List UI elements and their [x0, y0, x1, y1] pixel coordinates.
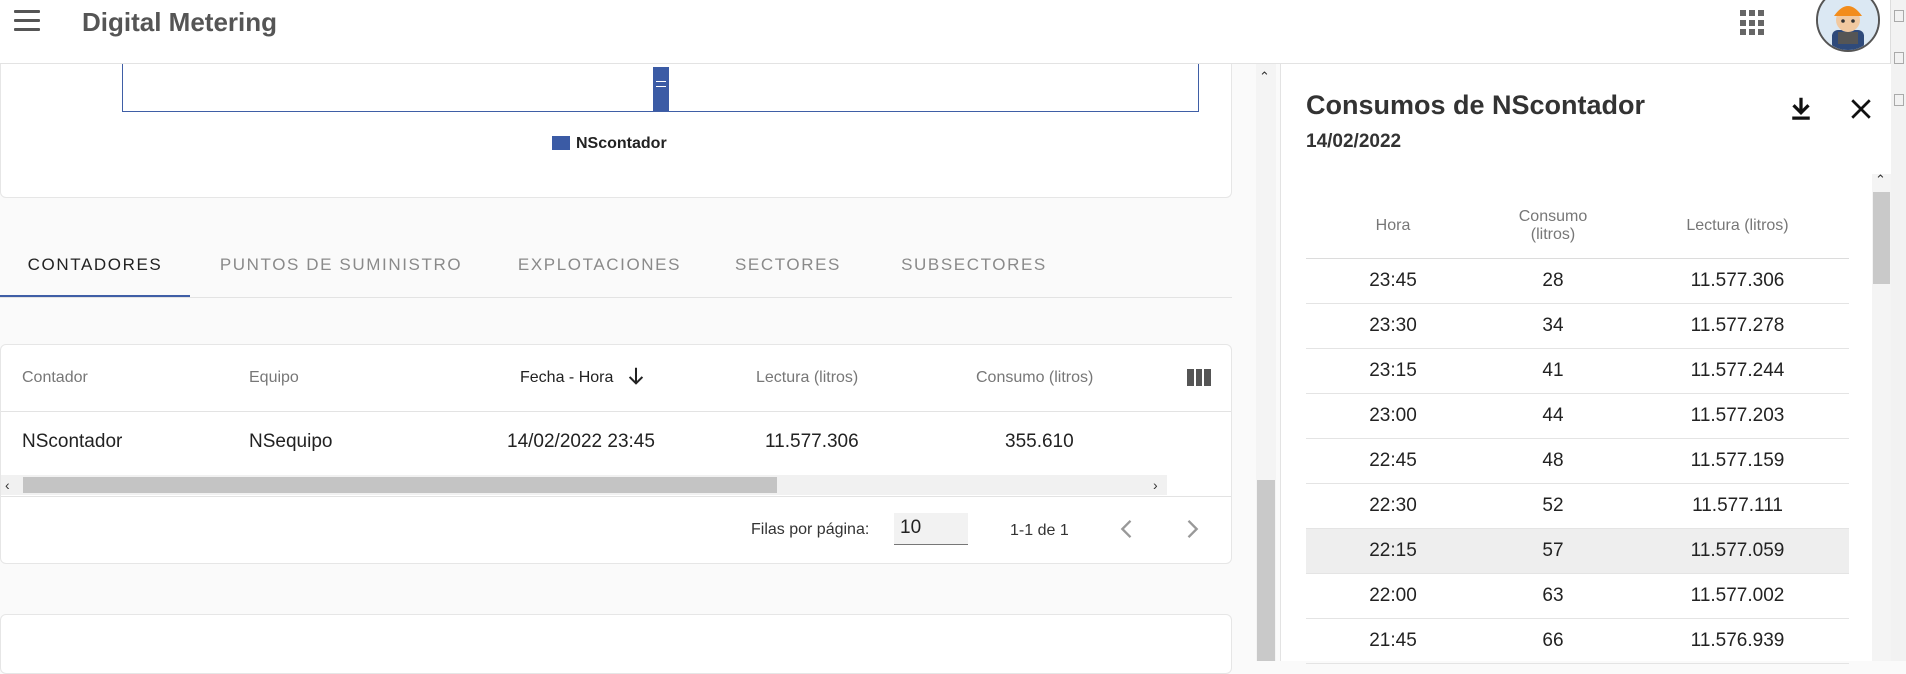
column-header-contador[interactable]: Contador	[22, 369, 88, 387]
cell-hora: 22:45	[1369, 450, 1417, 471]
rows-per-page-label: Filas por página:	[751, 521, 870, 538]
cell-consumo: 34	[1542, 315, 1564, 336]
cell-consumo: 355.610	[1005, 431, 1074, 452]
cell-lectura: 11.577.306	[765, 431, 859, 452]
cell-lectura: 11.577.244	[1690, 360, 1785, 381]
app-title: Digital Metering	[82, 7, 278, 37]
legend-swatch	[552, 136, 570, 150]
column-header-fecha-hora[interactable]: Fecha - Hora	[520, 369, 613, 387]
sort-descending-icon[interactable]	[625, 365, 647, 387]
menu-icon[interactable]	[14, 10, 40, 32]
rows-per-page-select[interactable]: 10	[894, 513, 968, 545]
panel-vertical-scrollbar[interactable]: ⌃	[1872, 172, 1891, 661]
cell-lectura: 11.577.159	[1690, 450, 1785, 471]
main-scroll-thumb[interactable]	[1257, 480, 1275, 661]
table-row[interactable]: 23:00 44 11.577.203	[1306, 394, 1849, 439]
apps-grid-icon[interactable]	[1740, 10, 1766, 36]
download-icon[interactable]	[1786, 94, 1816, 124]
scroll-left-icon[interactable]: ‹	[5, 477, 10, 493]
cell-fecha-hora: 14/02/2022 23:45	[507, 431, 655, 452]
main-vertical-scrollbar[interactable]: ⌃	[1256, 64, 1276, 661]
consumos-table: Hora Consumo (litros) Lectura (litros) 2…	[1306, 194, 1849, 664]
table-row[interactable]: 23:30 34 11.577.278	[1306, 304, 1849, 349]
scroll-up-icon[interactable]: ⌃	[1875, 172, 1886, 188]
table-row-highlighted[interactable]: 22:15 57 11.577.059	[1306, 529, 1849, 574]
cell-lectura: 11.577.002	[1690, 585, 1785, 606]
tab-sectores[interactable]: SECTORES	[734, 245, 842, 297]
table-row[interactable]: 23:45 28 11.577.306	[1306, 259, 1849, 304]
cell-lectura: 11.577.306	[1690, 270, 1785, 291]
panel-scroll-thumb[interactable]	[1873, 192, 1890, 284]
avatar[interactable]	[1816, 0, 1880, 52]
panel-title: Consumos de NScontador	[1306, 90, 1646, 120]
app-toolbar: Digital Metering	[0, 0, 1906, 64]
chart-legend[interactable]: NScontador	[552, 135, 667, 153]
tab-puntos-de-suministro[interactable]: PUNTOS DE SUMINISTRO	[216, 245, 466, 297]
cell-lectura: 11.577.203	[1690, 405, 1785, 426]
columns-icon[interactable]	[1187, 369, 1212, 386]
close-icon[interactable]	[1846, 94, 1876, 124]
tab-contadores[interactable]: CONTADORES	[0, 245, 190, 297]
cell-hora: 22:15	[1369, 540, 1417, 561]
cell-hora: 22:00	[1369, 585, 1417, 606]
cell-lectura: 11.576.939	[1690, 630, 1785, 651]
column-header-lectura-litros[interactable]: Lectura (litros)	[1626, 194, 1849, 258]
cell-hora: 23:30	[1369, 315, 1417, 336]
cell-consumo: 57	[1542, 540, 1564, 561]
cell-hora: 23:45	[1369, 270, 1417, 291]
footer-divider	[1, 496, 1231, 497]
chart-bar-nscontador[interactable]	[653, 67, 669, 111]
scroll-right-icon[interactable]: ›	[1153, 477, 1158, 493]
cell-equipo: NSequipo	[249, 431, 333, 452]
consumos-table-header: Hora Consumo (litros) Lectura (litros)	[1306, 194, 1849, 259]
legend-label: NScontador	[576, 135, 667, 152]
cell-consumo: 28	[1542, 270, 1564, 291]
table-row[interactable]: 22:30 52 11.577.111	[1306, 484, 1849, 529]
table-row[interactable]: 23:15 41 11.577.244	[1306, 349, 1849, 394]
panel-date: 14/02/2022	[1306, 131, 1402, 152]
window-edge	[1890, 0, 1906, 661]
table-row[interactable]: 21:45 66 11.576.939	[1306, 619, 1849, 664]
cell-lectura: 11.577.278	[1690, 315, 1785, 336]
column-header-equipo[interactable]: Equipo	[249, 369, 299, 387]
column-header-consumo[interactable]: Consumo (litros)	[976, 369, 1093, 387]
tabs: CONTADORES PUNTOS DE SUMINISTRO EXPLOTAC…	[0, 245, 1232, 298]
pagination-range: 1-1 de 1	[1010, 522, 1069, 539]
cell-hora: 22:30	[1369, 495, 1417, 516]
tab-subsectores[interactable]: SUBSECTORES	[894, 245, 1054, 297]
tab-explotaciones[interactable]: EXPLOTACIONES	[512, 245, 687, 297]
cell-lectura: 11.577.111	[1692, 495, 1783, 516]
cell-hora: 21:45	[1369, 630, 1417, 651]
cell-consumo: 44	[1542, 405, 1564, 426]
scroll-up-icon[interactable]: ⌃	[1259, 69, 1270, 85]
cell-hora: 23:00	[1369, 405, 1417, 426]
cell-hora: 23:15	[1369, 360, 1417, 381]
next-page-icon[interactable]	[1178, 515, 1206, 543]
plot-area	[122, 64, 1199, 112]
cell-consumo: 52	[1542, 495, 1564, 516]
next-card	[0, 614, 1232, 674]
column-header-hora[interactable]: Hora	[1306, 194, 1480, 258]
cell-consumo: 63	[1542, 585, 1564, 606]
header-divider	[1, 411, 1231, 412]
table-row[interactable]: 22:00 63 11.577.002	[1306, 574, 1849, 619]
previous-page-icon[interactable]	[1113, 515, 1141, 543]
horizontal-scroll-thumb[interactable]	[23, 477, 777, 493]
horizontal-scrollbar[interactable]: ‹ ›	[1, 475, 1167, 495]
contadores-table: Contador Equipo Fecha - Hora Lectura (li…	[0, 344, 1232, 564]
column-header-lectura[interactable]: Lectura (litros)	[756, 369, 858, 387]
cell-contador: NScontador	[22, 431, 123, 452]
worker-avatar-icon	[1818, 0, 1878, 50]
cell-consumo: 48	[1542, 450, 1564, 471]
chart-card: NScontador	[0, 64, 1232, 198]
cell-consumo: 41	[1542, 360, 1564, 381]
column-header-consumo-litros[interactable]: Consumo (litros)	[1480, 194, 1626, 258]
cell-consumo: 66	[1542, 630, 1564, 651]
cell-lectura: 11.577.059	[1690, 540, 1785, 561]
table-row[interactable]: 22:45 48 11.577.159	[1306, 439, 1849, 484]
consumos-panel: Consumos de NScontador 14/02/2022 Hora C…	[1280, 64, 1891, 664]
